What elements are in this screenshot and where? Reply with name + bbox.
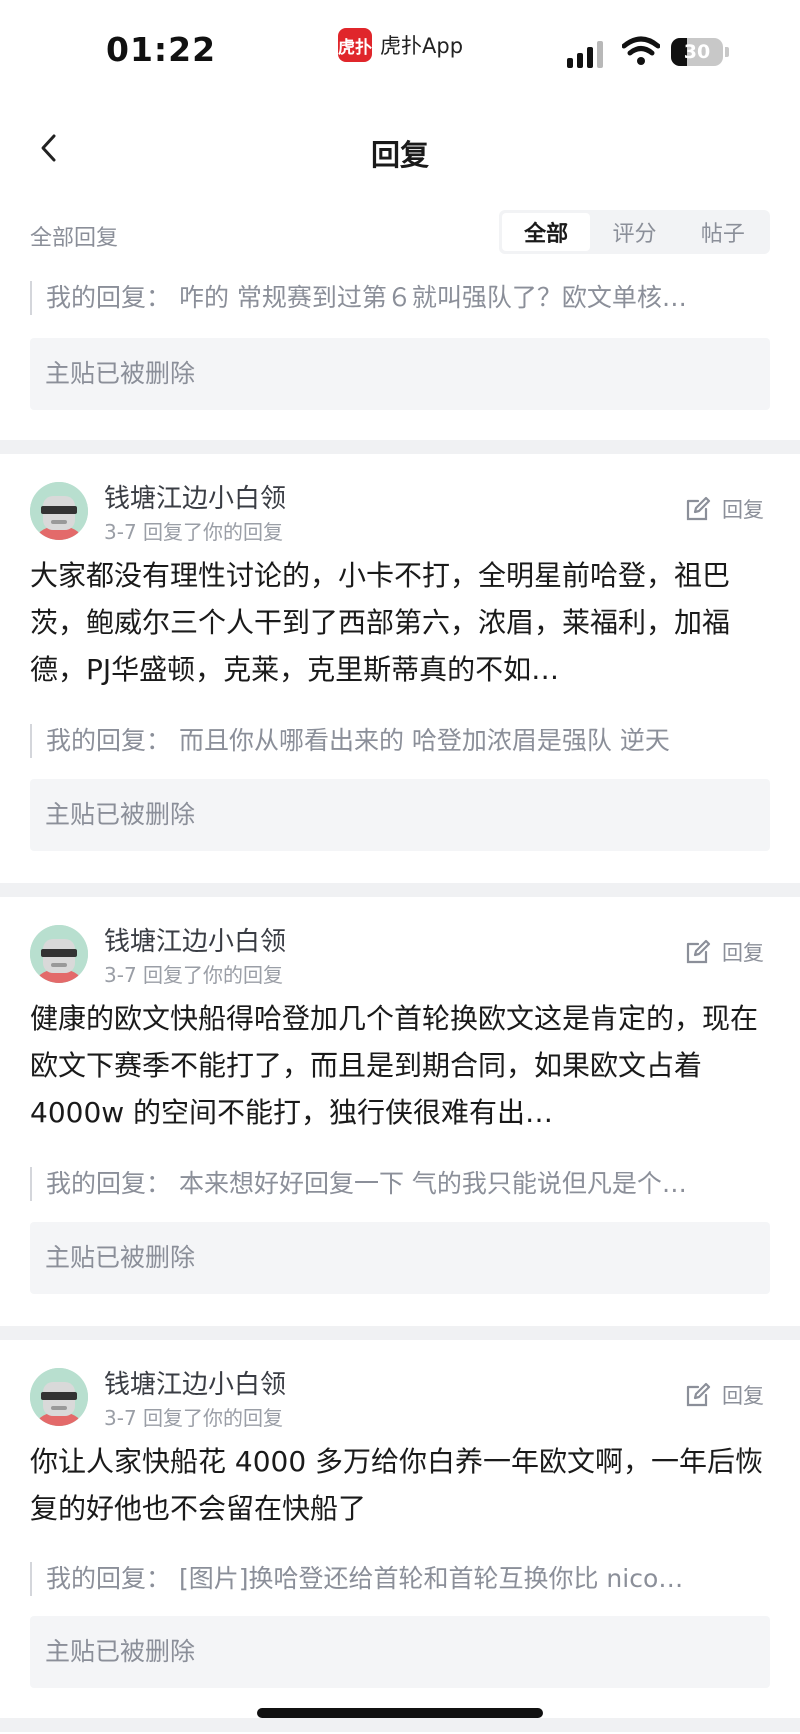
nav-bar: 回复 bbox=[0, 110, 800, 190]
deleted-post-box[interactable]: 主贴已被删除 bbox=[30, 1222, 770, 1294]
home-indicator[interactable] bbox=[257, 1708, 543, 1718]
edit-icon bbox=[686, 496, 711, 521]
my-reply-snippet[interactable]: 我的回复： 咋的 常规赛到过第６就叫强队了？欧文单核… bbox=[30, 281, 770, 315]
reply-card: 钱塘江边小白领 3-7 回复了你的回复 回复 大家都没有理性讨论的，小卡不打，全… bbox=[0, 454, 800, 851]
avatar[interactable] bbox=[30, 482, 88, 540]
avatar[interactable] bbox=[30, 925, 88, 983]
app-name: 虎扑App bbox=[380, 34, 464, 58]
avatar-face-icon bbox=[30, 1368, 88, 1426]
cellular-signal-icon bbox=[567, 40, 607, 68]
my-reply-text: [图片]换哈登还给首轮和首轮互换你比 nico… bbox=[178, 1564, 684, 1593]
battery-icon: 30 bbox=[671, 38, 723, 66]
app-badge: 虎扑 虎扑App bbox=[338, 28, 463, 62]
status-bar: 01:22 虎扑 虎扑App 30 bbox=[0, 0, 800, 100]
username[interactable]: 钱塘江边小白领 bbox=[104, 478, 286, 515]
reply-content[interactable]: 你让人家快船花 4000 多万给你白养一年欧文啊，一年后恢复的好他也不会留在快船… bbox=[30, 1438, 770, 1532]
my-reply-snippet[interactable]: 我的回复： [图片]换哈登还给首轮和首轮互换你比 nico… bbox=[30, 1562, 770, 1596]
section-divider bbox=[0, 440, 800, 454]
my-reply-label: 我的回复： bbox=[46, 1169, 172, 1198]
reply-button-label: 回复 bbox=[722, 941, 764, 965]
tab-posts[interactable]: 帖子 bbox=[679, 213, 767, 251]
status-time: 01:22 bbox=[106, 30, 217, 69]
my-reply-snippet[interactable]: 我的回复： 本来想好好回复一下 气的我只能说但凡是个… bbox=[30, 1167, 770, 1201]
reply-card: 钱塘江边小白领 3-7 回复了你的回复 回复 你让人家快船花 4000 多万给你… bbox=[0, 1340, 800, 1725]
my-reply-label: 我的回复： bbox=[46, 726, 172, 755]
username[interactable]: 钱塘江边小白领 bbox=[104, 921, 286, 958]
deleted-post-box[interactable]: 主贴已被删除 bbox=[30, 338, 770, 410]
reply-meta: 3-7 回复了你的回复 bbox=[104, 520, 284, 544]
section-divider bbox=[0, 1718, 800, 1732]
my-reply-text: 咋的 常规赛到过第６就叫强队了？欧文单核… bbox=[178, 283, 687, 312]
section-divider bbox=[0, 883, 800, 897]
battery-level: 30 bbox=[683, 41, 711, 63]
deleted-post-box[interactable]: 主贴已被删除 bbox=[30, 779, 770, 851]
reply-button[interactable]: 回复 bbox=[684, 937, 764, 967]
deleted-post-box[interactable]: 主贴已被删除 bbox=[30, 1616, 770, 1688]
reply-button[interactable]: 回复 bbox=[684, 494, 764, 524]
reply-meta: 3-7 回复了你的回复 bbox=[104, 1406, 284, 1430]
avatar[interactable] bbox=[30, 1368, 88, 1426]
reply-content[interactable]: 大家都没有理性讨论的，小卡不打，全明星前哈登，祖巴茨，鲍威尔三个人干到了西部第六… bbox=[30, 552, 770, 693]
reply-card: 钱塘江边小白领 3-7 回复了你的回复 回复 健康的欧文快船得哈登加几个首轮换欧… bbox=[0, 897, 800, 1294]
filter-segmented-control: 全部 评分 帖子 bbox=[499, 210, 770, 254]
reply-button[interactable]: 回复 bbox=[684, 1380, 764, 1410]
avatar-face-icon bbox=[30, 482, 88, 540]
reply-button-label: 回复 bbox=[722, 1384, 764, 1408]
reply-meta: 3-7 回复了你的回复 bbox=[104, 963, 284, 987]
my-reply-snippet[interactable]: 我的回复： 而且你从哪看出来的 哈登加浓眉是强队 逆天 bbox=[30, 724, 770, 758]
reply-button-label: 回复 bbox=[722, 498, 764, 522]
avatar-face-icon bbox=[30, 925, 88, 983]
my-reply-label: 我的回复： bbox=[46, 1564, 172, 1593]
username[interactable]: 钱塘江边小白领 bbox=[104, 1364, 286, 1401]
reply-content[interactable]: 健康的欧文快船得哈登加几个首轮换欧文这是肯定的，现在欧文下赛季不能打了，而且是到… bbox=[30, 995, 770, 1136]
my-reply-label: 我的回复： bbox=[46, 283, 172, 312]
my-reply-text: 而且你从哪看出来的 哈登加浓眉是强队 逆天 bbox=[178, 726, 670, 755]
hupu-logo-icon: 虎扑 bbox=[338, 28, 372, 62]
edit-icon bbox=[686, 939, 711, 964]
my-reply-text: 本来想好好回复一下 气的我只能说但凡是个… bbox=[178, 1169, 687, 1198]
battery-cap bbox=[725, 47, 729, 57]
wifi-icon bbox=[622, 36, 660, 65]
filter-row: 全部回复 全部 评分 帖子 bbox=[0, 210, 800, 256]
tab-all[interactable]: 全部 bbox=[502, 213, 591, 251]
filter-label: 全部回复 bbox=[30, 226, 119, 251]
section-divider bbox=[0, 1326, 800, 1340]
edit-icon bbox=[686, 1382, 711, 1407]
tab-rating[interactable]: 评分 bbox=[590, 213, 678, 251]
page-title: 回复 bbox=[370, 138, 429, 172]
